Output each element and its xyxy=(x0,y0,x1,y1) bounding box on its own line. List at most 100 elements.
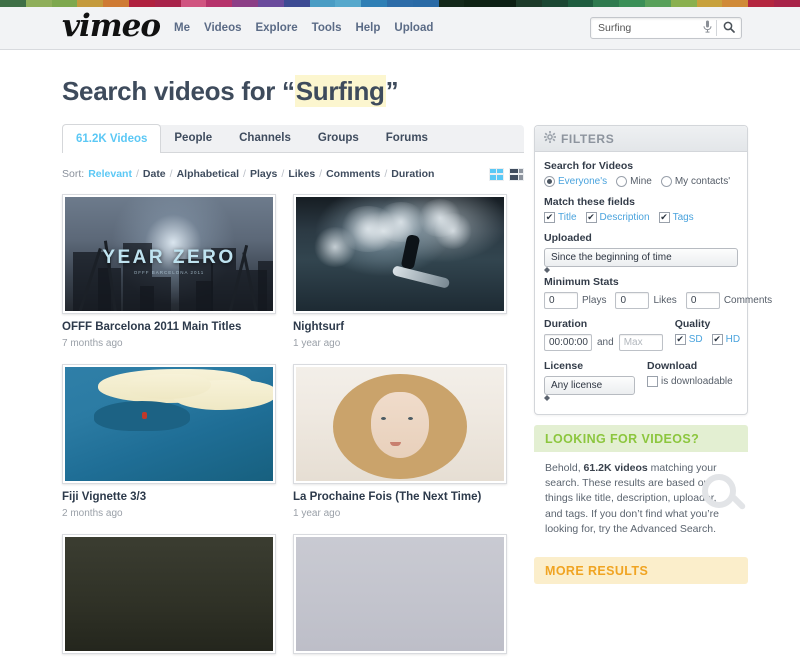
nav-item-explore[interactable]: Explore xyxy=(255,22,297,34)
search-input[interactable]: Surfing xyxy=(591,22,698,34)
site-header: vimeo Me Videos Explore Tools Help Upload Sur… xyxy=(0,7,800,50)
video-result-card[interactable]: Fiji Vignette 3/3 2 months ago xyxy=(62,364,276,519)
sort-option-alphabetical[interactable]: Alphabetical xyxy=(177,168,239,180)
tab-channels[interactable]: Channels xyxy=(226,124,305,152)
nav-item-me[interactable]: Me xyxy=(174,22,190,34)
grid-view-icon[interactable] xyxy=(489,168,504,181)
uploaded-label: Uploaded xyxy=(544,232,738,244)
download-option[interactable]: is downloadable xyxy=(647,376,738,387)
filter-checkbox-option[interactable]: SD xyxy=(675,334,703,345)
minimum-stat-input[interactable]: 0 xyxy=(615,292,649,309)
video-result-card[interactable]: YEAR ZEROOFFF BARCELONA 2011 OFFF Barcelo… xyxy=(62,194,276,349)
nav-item-upload[interactable]: Upload xyxy=(394,22,433,34)
sort-option-comments[interactable]: Comments xyxy=(326,168,380,180)
video-thumbnail[interactable] xyxy=(293,534,507,654)
video-result-card[interactable]: La Prochaine Fois (The Next Time)1 year … xyxy=(293,364,507,519)
minimum-stat-input[interactable]: 0 xyxy=(544,292,578,309)
more-results-panel: MORE RESULTS xyxy=(534,557,748,584)
is-downloadable-label: is downloadable xyxy=(661,376,733,387)
search-for-option[interactable]: Everyone's xyxy=(544,176,607,187)
tab-people[interactable]: People xyxy=(161,124,226,152)
color-swatch xyxy=(774,0,800,7)
microphone-icon[interactable] xyxy=(698,20,716,36)
face xyxy=(371,392,429,458)
minimum-stat-field: 0 Likes xyxy=(615,292,676,309)
checkbox[interactable] xyxy=(659,212,670,223)
checkbox[interactable] xyxy=(675,334,686,345)
radio-button[interactable] xyxy=(544,176,555,187)
color-swatch xyxy=(490,0,516,7)
video-result-card[interactable]: Nightsurf1 year ago xyxy=(293,194,507,349)
color-swatch xyxy=(516,0,542,7)
uploaded-select-value[interactable]: Since the beginning of time xyxy=(544,248,738,267)
sort-option-date[interactable]: Date xyxy=(143,168,166,180)
filter-checkbox-option[interactable]: Title xyxy=(544,212,577,223)
is-downloadable-checkbox[interactable] xyxy=(647,376,658,387)
vimeo-logo[interactable]: vimeo xyxy=(62,11,160,42)
decorative-color-strip xyxy=(0,0,800,7)
water-spray xyxy=(313,227,357,267)
video-thumbnail[interactable] xyxy=(62,534,276,654)
minimum-stat-label: Likes xyxy=(653,295,676,306)
radio-button[interactable] xyxy=(616,176,627,187)
thumbnail-overlay-title: YEAR ZERO xyxy=(65,247,273,269)
filters-panel-header: FILTERS xyxy=(535,126,747,152)
search-for-option[interactable]: My contacts' xyxy=(661,176,730,187)
sort-option-duration[interactable]: Duration xyxy=(391,168,434,180)
nav-item-help[interactable]: Help xyxy=(355,22,380,34)
thumbnail-art-year-zero: YEAR ZEROOFFF BARCELONA 2011 xyxy=(65,197,273,311)
color-swatch xyxy=(542,0,568,7)
download-group: Download is downloadable xyxy=(647,360,738,404)
surfer-dot xyxy=(142,412,147,419)
tab-videos[interactable]: 61.2K Videos xyxy=(62,124,161,153)
tab-groups[interactable]: Groups xyxy=(305,124,373,152)
video-result-card[interactable] xyxy=(293,534,507,654)
thumbnail-art-grey xyxy=(296,537,504,651)
video-thumbnail[interactable] xyxy=(62,364,276,484)
search-for-label: Search for Videos xyxy=(544,160,738,172)
radio-button[interactable] xyxy=(661,176,672,187)
video-title[interactable]: Fiji Vignette 3/3 xyxy=(62,491,276,505)
tab-forums[interactable]: Forums xyxy=(373,124,442,152)
video-thumbnail[interactable] xyxy=(293,194,507,314)
filters-panel-body: Search for Videos Everyone's Mine My conta… xyxy=(535,152,747,414)
sort-option-plays[interactable]: Plays xyxy=(250,168,277,180)
sort-option-relevant[interactable]: Relevant xyxy=(88,168,132,180)
checkbox[interactable] xyxy=(544,212,555,223)
checkbox[interactable] xyxy=(712,334,723,345)
match-fields-label: Match these fields xyxy=(544,196,738,208)
video-upload-time: 2 months ago xyxy=(62,508,276,519)
filter-checkbox-option[interactable]: Description xyxy=(586,212,650,223)
filter-checkbox-option[interactable]: HD xyxy=(712,334,740,345)
page-title-quote-close: ” xyxy=(386,76,399,106)
nav-item-videos[interactable]: Videos xyxy=(204,22,242,34)
nav-item-tools[interactable]: Tools xyxy=(312,22,342,34)
video-thumbnail[interactable]: YEAR ZEROOFFF BARCELONA 2011 xyxy=(62,194,276,314)
color-swatch xyxy=(103,0,129,7)
video-title[interactable]: OFFF Barcelona 2011 Main Titles xyxy=(62,321,276,335)
uploaded-select[interactable]: Since the beginning of time xyxy=(544,248,738,267)
license-select[interactable]: Any license xyxy=(544,376,635,395)
minimum-stat-input[interactable]: 0 xyxy=(686,292,720,309)
sort-option-likes[interactable]: Likes xyxy=(288,168,315,180)
duration-min-input[interactable]: 00:00:00 xyxy=(544,334,592,351)
video-title[interactable]: La Prochaine Fois (The Next Time) xyxy=(293,491,507,505)
color-swatch xyxy=(671,0,697,7)
page-title-quote-open: “ xyxy=(282,76,295,106)
video-title[interactable]: Nightsurf xyxy=(293,321,507,335)
video-thumbnail[interactable] xyxy=(293,364,507,484)
search-for-option[interactable]: Mine xyxy=(616,176,652,187)
color-swatch xyxy=(206,0,232,7)
header-search-box[interactable]: Surfing xyxy=(590,17,742,39)
duration-max-input[interactable]: Max xyxy=(619,334,663,351)
color-swatch xyxy=(26,0,52,7)
thumbnail-image xyxy=(296,367,504,481)
license-select-value[interactable]: Any license xyxy=(544,376,635,395)
search-icon[interactable] xyxy=(717,21,741,36)
list-view-icon[interactable] xyxy=(509,168,524,181)
color-swatch xyxy=(645,0,671,7)
checkbox[interactable] xyxy=(586,212,597,223)
filter-checkbox-option[interactable]: Tags xyxy=(659,212,694,223)
video-result-card[interactable] xyxy=(62,534,276,654)
sidebar: FILTERS Search for Videos Everyone's Mine… xyxy=(534,125,748,584)
